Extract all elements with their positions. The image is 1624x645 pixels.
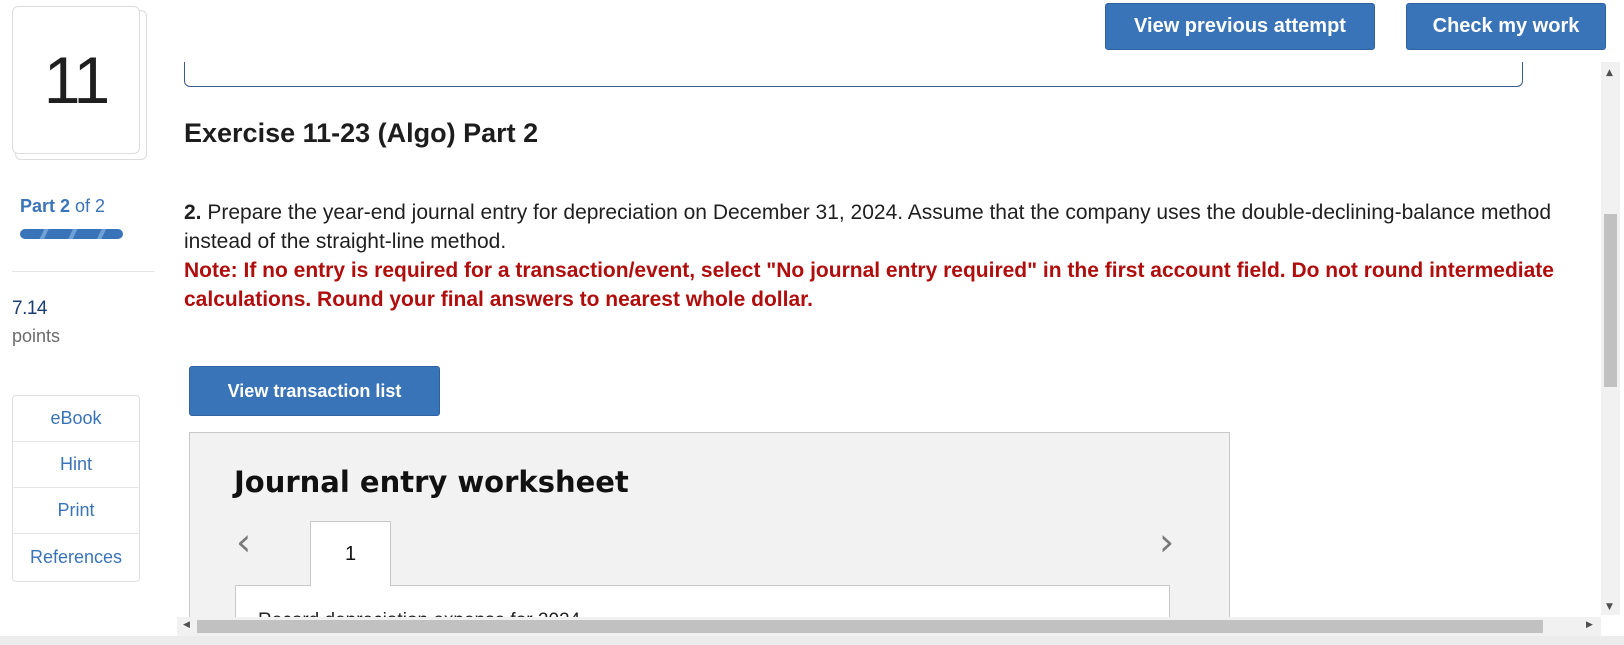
scroll-right-icon[interactable]: ▶ xyxy=(1586,620,1593,630)
vertical-scrollbar[interactable]: ▲ ▼ xyxy=(1601,62,1620,615)
worksheet-title: Journal entry worksheet xyxy=(234,465,629,499)
hint-link[interactable]: Hint xyxy=(13,442,139,488)
vertical-scroll-thumb[interactable] xyxy=(1604,214,1617,387)
exercise-title: Exercise 11-23 (Algo) Part 2 xyxy=(184,118,539,148)
question-number: 11 xyxy=(43,43,111,117)
question-body: Prepare the year-end journal entry for d… xyxy=(184,201,1552,253)
worksheet-tab-1[interactable]: 1 xyxy=(310,521,391,586)
points-label: points xyxy=(12,326,61,346)
part-indicator: Part 2 of 2 xyxy=(20,196,105,217)
ebook-link[interactable]: eBook xyxy=(13,396,139,442)
sidebar-divider xyxy=(12,271,154,272)
part-progress-bar xyxy=(20,229,123,239)
scroll-left-icon[interactable]: ◀ xyxy=(183,620,190,630)
question-number-card: 11 xyxy=(12,6,140,154)
scroll-down-icon[interactable]: ▼ xyxy=(1606,602,1613,612)
horizontal-scroll-thumb[interactable] xyxy=(197,620,1543,633)
previous-part-frame xyxy=(184,62,1523,87)
question-part-number: 2. xyxy=(184,201,202,224)
part-total: of 2 xyxy=(75,196,106,216)
chevron-left-icon[interactable]: ‹ xyxy=(236,523,251,561)
instruction-note: Note: If no entry is required for a tran… xyxy=(184,259,1554,311)
points-value: 7.14 xyxy=(12,298,47,319)
scroll-up-icon[interactable]: ▲ xyxy=(1606,68,1613,78)
bottom-strip xyxy=(0,636,1624,645)
part-current: Part 2 xyxy=(20,196,71,216)
print-link[interactable]: Print xyxy=(13,488,139,534)
references-link[interactable]: References xyxy=(13,534,139,580)
check-my-work-button[interactable]: Check my work xyxy=(1406,3,1606,50)
journal-entry-worksheet: Journal entry worksheet ‹ › 1 Record dep… xyxy=(189,432,1230,645)
chevron-right-icon[interactable]: › xyxy=(1159,523,1174,561)
horizontal-scrollbar[interactable]: ◀ ▶ xyxy=(177,617,1601,636)
view-transaction-list-button[interactable]: View transaction list xyxy=(189,366,440,416)
question-text: 2. Prepare the year-end journal entry fo… xyxy=(184,198,1584,256)
view-previous-attempt-button[interactable]: View previous attempt xyxy=(1105,3,1375,50)
tools-panel: eBook Hint Print References xyxy=(12,395,140,582)
